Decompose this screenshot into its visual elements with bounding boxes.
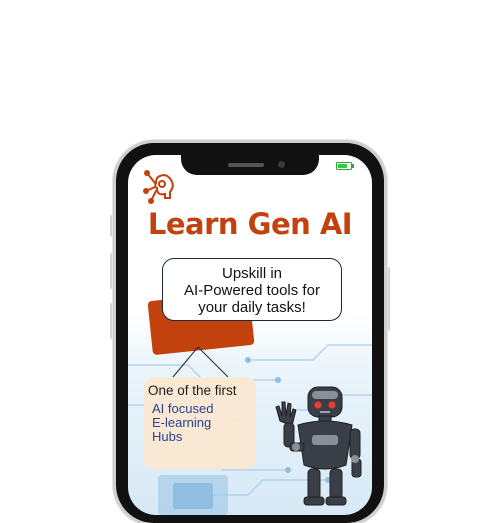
info-card-body: AI focused E-learning Hubs [152, 402, 213, 444]
phone-screen: Learn Gen AI Upskill in AI-Powered tools… [128, 155, 372, 515]
mute-switch [110, 215, 114, 237]
info-card-heading: One of the first [148, 383, 237, 398]
headline-line-3: your daily tasks! [198, 299, 306, 316]
phone-frame: Learn Gen AI Upskill in AI-Powered tools… [116, 143, 384, 523]
speaker-grille [228, 163, 264, 167]
info-card-line-2: E-learning [152, 415, 212, 430]
robot-illustration [275, 386, 362, 506]
headline-line-2: AI-Powered tools for [184, 282, 320, 299]
front-camera [278, 161, 285, 168]
info-card-line-1: AI focused [152, 401, 214, 416]
headline-line-1: Upskill in [221, 265, 282, 282]
info-card-line-3: Hubs [152, 429, 183, 444]
headline-bubble: Upskill in AI-Powered tools for your dai… [162, 258, 342, 321]
power-button [386, 267, 390, 331]
volume-down-button [110, 303, 114, 339]
info-card: One of the first AI focused E-learning H… [144, 377, 256, 469]
notch [181, 155, 319, 175]
volume-up-button [110, 253, 114, 289]
